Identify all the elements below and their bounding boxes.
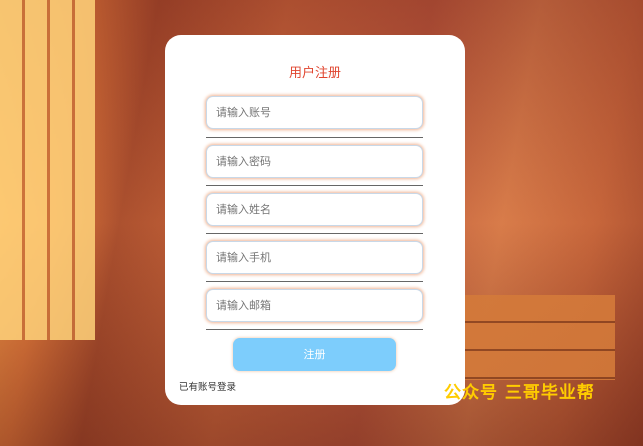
divider bbox=[206, 185, 423, 186]
divider bbox=[206, 233, 423, 234]
watermark: 公众号 三哥毕业帮 bbox=[444, 383, 595, 403]
password-input[interactable] bbox=[206, 145, 423, 178]
register-card: 用户注册 注册 已有账号登录 bbox=[165, 35, 465, 405]
divider bbox=[206, 281, 423, 282]
divider bbox=[206, 329, 423, 330]
name-input[interactable] bbox=[206, 193, 423, 226]
email-input[interactable] bbox=[206, 289, 423, 322]
register-button[interactable]: 注册 bbox=[233, 338, 396, 371]
phone-input[interactable] bbox=[206, 241, 423, 274]
account-input[interactable] bbox=[206, 96, 423, 129]
divider bbox=[206, 137, 423, 138]
login-link[interactable]: 已有账号登录 bbox=[179, 379, 236, 393]
background-window bbox=[0, 0, 95, 340]
page-title: 用户注册 bbox=[288, 66, 341, 81]
background-dresser bbox=[465, 295, 615, 380]
